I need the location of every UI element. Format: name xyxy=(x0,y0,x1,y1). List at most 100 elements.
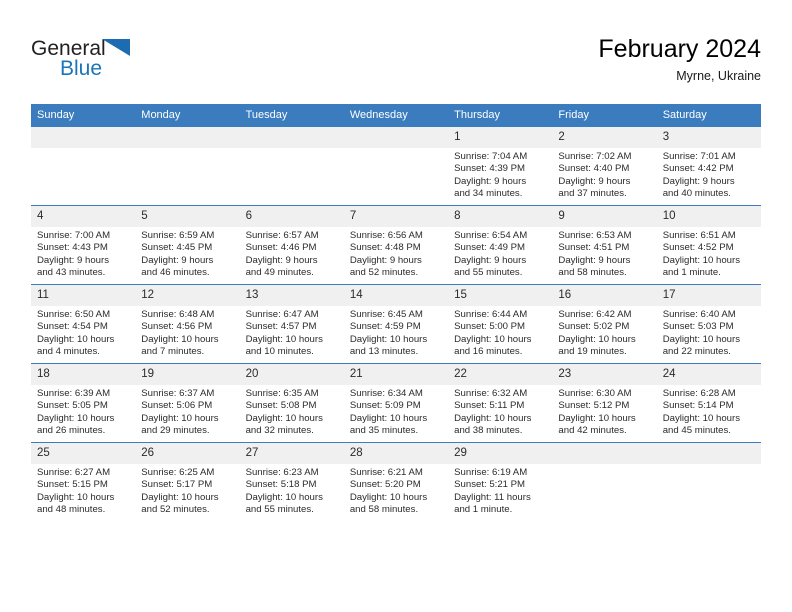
info-line-daylight1: Daylight: 10 hours xyxy=(662,412,741,424)
info-line-daylight1: Daylight: 9 hours xyxy=(454,175,527,187)
day-number: 27 xyxy=(239,443,344,464)
day-info: Sunrise: 6:25 AM Sunset: 5:17 PM Daylight:… xyxy=(135,464,239,517)
day-number: 12 xyxy=(135,285,240,306)
day-number: 15 xyxy=(448,285,553,306)
day-cell[interactable]: 5 Sunrise: 6:59 AM Sunset: 4:45 PM Daylight… xyxy=(135,205,240,285)
day-cell[interactable]: 23 Sunrise: 6:30 AM Sunset: 5:12 PM Dayligh… xyxy=(552,363,657,443)
day-cell[interactable]: 1 Sunrise: 7:04 AM Sunset: 4:39 PM Daylight… xyxy=(448,127,553,206)
info-line-daylight1: Daylight: 9 hours xyxy=(141,254,214,266)
day-info: Sunrise: 6:45 AM Sunset: 4:59 PM Daylight:… xyxy=(344,306,448,359)
info-line-sunset: Sunset: 5:11 PM xyxy=(454,400,525,412)
info-line-sunset: Sunset: 5:06 PM xyxy=(141,400,213,412)
info-line-sunset: Sunset: 5:15 PM xyxy=(37,479,108,491)
day-info: Sunrise: 6:50 AM Sunset: 4:54 PM Daylight:… xyxy=(31,306,135,359)
column-header-saturday: Saturday xyxy=(656,104,761,127)
day-cell[interactable]: 25 Sunrise: 6:27 AM Sunset: 5:15 PM Dayligh… xyxy=(31,442,136,521)
info-line-sunrise: Sunrise: 6:48 AM xyxy=(141,309,215,320)
day-cell[interactable]: 3 Sunrise: 7:01 AM Sunset: 4:42 PM Daylight… xyxy=(656,127,761,206)
info-line-daylight1: Daylight: 9 hours xyxy=(558,175,631,187)
day-info: Sunrise: 6:54 AM Sunset: 4:49 PM Daylight:… xyxy=(448,227,552,280)
day-cell[interactable]: 29 Sunrise: 6:19 AM Sunset: 5:21 PM Dayligh… xyxy=(448,442,553,521)
day-number: 18 xyxy=(31,364,136,385)
info-line-daylight1: Daylight: 10 hours xyxy=(37,333,115,345)
info-line-sunrise: Sunrise: 6:35 AM xyxy=(245,388,319,399)
day-info: Sunrise: 6:48 AM Sunset: 4:56 PM Daylight:… xyxy=(135,306,239,359)
column-header-friday: Friday xyxy=(552,104,657,127)
day-cell[interactable]: 2 Sunrise: 7:02 AM Sunset: 4:40 PM Daylight… xyxy=(552,127,657,206)
day-cell[interactable]: 7 Sunrise: 6:56 AM Sunset: 4:48 PM Daylight… xyxy=(343,205,449,285)
day-cell[interactable]: 18 Sunrise: 6:39 AM Sunset: 5:05 PM Dayligh… xyxy=(31,363,136,443)
day-cell[interactable]: 26 Sunrise: 6:25 AM Sunset: 5:17 PM Dayligh… xyxy=(135,442,240,521)
day-number: 14 xyxy=(343,285,449,306)
day-cell[interactable]: 24 Sunrise: 6:28 AM Sunset: 5:14 PM Dayligh… xyxy=(656,363,761,443)
day-cell[interactable]: 14 Sunrise: 6:45 AM Sunset: 4:59 PM Dayligh… xyxy=(343,284,449,364)
day-number: 29 xyxy=(448,443,553,464)
info-line-daylight2: and 32 minutes. xyxy=(245,425,314,437)
column-header-wednesday: Wednesday xyxy=(343,104,449,127)
day-number: 6 xyxy=(239,206,344,227)
info-line-sunset: Sunset: 5:03 PM xyxy=(662,321,734,333)
day-cell[interactable]: 17 Sunrise: 6:40 AM Sunset: 5:03 PM Dayligh… xyxy=(656,284,761,364)
day-cell[interactable]: 12 Sunrise: 6:48 AM Sunset: 4:56 PM Dayligh… xyxy=(135,284,240,364)
calendar-week-row: 1 Sunrise: 7:04 AM Sunset: 4:39 PM Daylight… xyxy=(31,127,761,206)
day-number: 25 xyxy=(31,443,136,464)
info-line-daylight1: Daylight: 10 hours xyxy=(245,491,323,503)
day-cell[interactable]: 16 Sunrise: 6:42 AM Sunset: 5:02 PM Dayligh… xyxy=(552,284,657,364)
day-number: 3 xyxy=(656,127,761,148)
day-cell[interactable]: 21 Sunrise: 6:34 AM Sunset: 5:09 PM Dayligh… xyxy=(343,363,449,443)
info-line-daylight2: and 58 minutes. xyxy=(558,267,627,279)
day-info: Sunrise: 6:27 AM Sunset: 5:15 PM Daylight:… xyxy=(31,464,135,517)
info-line-sunrise: Sunrise: 6:54 AM xyxy=(454,230,528,241)
info-line-daylight1: Daylight: 10 hours xyxy=(558,333,636,345)
day-cell[interactable]: 9 Sunrise: 6:53 AM Sunset: 4:51 PM Daylight… xyxy=(552,205,657,285)
day-info: Sunrise: 7:02 AM Sunset: 4:40 PM Daylight:… xyxy=(552,148,656,201)
day-cell[interactable]: 15 Sunrise: 6:44 AM Sunset: 5:00 PM Dayligh… xyxy=(448,284,553,364)
info-line-daylight1: Daylight: 9 hours xyxy=(454,254,527,266)
day-info: Sunrise: 7:00 AM Sunset: 4:43 PM Daylight:… xyxy=(31,227,135,280)
day-cell-empty xyxy=(343,127,449,206)
info-line-sunset: Sunset: 5:20 PM xyxy=(349,479,421,491)
info-line-sunset: Sunset: 4:46 PM xyxy=(245,242,317,254)
info-line-daylight1: Daylight: 11 hours xyxy=(454,491,531,503)
general-blue-logo[interactable]: General Blue xyxy=(31,38,151,82)
day-cell[interactable]: 4 Sunrise: 7:00 AM Sunset: 4:43 PM Daylight… xyxy=(31,205,136,285)
day-number: 8 xyxy=(448,206,553,227)
info-line-daylight2: and 55 minutes. xyxy=(454,267,523,279)
day-cell[interactable]: 19 Sunrise: 6:37 AM Sunset: 5:06 PM Dayligh… xyxy=(135,363,240,443)
day-cell[interactable]: 6 Sunrise: 6:57 AM Sunset: 4:46 PM Daylight… xyxy=(239,205,344,285)
day-info: Sunrise: 6:44 AM Sunset: 5:00 PM Daylight:… xyxy=(448,306,552,359)
info-line-daylight2: and 49 minutes. xyxy=(245,267,314,279)
info-line-daylight2: and 48 minutes. xyxy=(37,504,106,516)
day-cell[interactable]: 22 Sunrise: 6:32 AM Sunset: 5:11 PM Dayligh… xyxy=(448,363,553,443)
info-line-sunset: Sunset: 5:05 PM xyxy=(37,400,108,412)
day-cell[interactable]: 20 Sunrise: 6:35 AM Sunset: 5:08 PM Dayligh… xyxy=(239,363,344,443)
day-cell[interactable]: 8 Sunrise: 6:54 AM Sunset: 4:49 PM Daylight… xyxy=(448,205,553,285)
info-line-sunrise: Sunrise: 6:45 AM xyxy=(349,309,423,320)
day-info: Sunrise: 6:35 AM Sunset: 5:08 PM Daylight:… xyxy=(240,385,344,438)
info-line-sunset: Sunset: 5:12 PM xyxy=(558,400,630,412)
info-line-daylight2: and 46 minutes. xyxy=(141,267,210,279)
day-cell[interactable]: 28 Sunrise: 6:21 AM Sunset: 5:20 PM Dayligh… xyxy=(343,442,449,521)
day-cell[interactable]: 27 Sunrise: 6:23 AM Sunset: 5:18 PM Dayligh… xyxy=(239,442,344,521)
info-line-daylight2: and 37 minutes. xyxy=(558,188,627,200)
day-cell[interactable]: 11 Sunrise: 6:50 AM Sunset: 4:54 PM Dayligh… xyxy=(31,284,136,364)
info-line-sunset: Sunset: 5:08 PM xyxy=(245,400,317,412)
day-info: Sunrise: 7:04 AM Sunset: 4:39 PM Daylight:… xyxy=(448,148,552,201)
info-line-daylight1: Daylight: 10 hours xyxy=(349,412,428,424)
day-number: 20 xyxy=(239,364,344,385)
day-number: 7 xyxy=(343,206,449,227)
info-line-sunrise: Sunrise: 6:25 AM xyxy=(141,467,215,478)
day-number: 9 xyxy=(552,206,657,227)
info-line-sunrise: Sunrise: 6:56 AM xyxy=(349,230,423,241)
day-info: Sunrise: 6:51 AM Sunset: 4:52 PM Daylight:… xyxy=(657,227,761,280)
day-cell[interactable]: 10 Sunrise: 6:51 AM Sunset: 4:52 PM Dayligh… xyxy=(656,205,761,285)
info-line-sunset: Sunset: 5:17 PM xyxy=(141,479,213,491)
info-line-sunrise: Sunrise: 6:57 AM xyxy=(245,230,319,241)
day-cell[interactable]: 13 Sunrise: 6:47 AM Sunset: 4:57 PM Dayligh… xyxy=(239,284,344,364)
title-block: February 2024 Myrne, Ukraine xyxy=(598,34,761,85)
info-line-daylight1: Daylight: 10 hours xyxy=(349,333,428,345)
day-number: 11 xyxy=(31,285,136,306)
info-line-daylight1: Daylight: 10 hours xyxy=(349,491,428,503)
calendar-week-row: 4 Sunrise: 7:00 AM Sunset: 4:43 PM Daylight… xyxy=(31,205,761,285)
info-line-daylight1: Daylight: 10 hours xyxy=(245,412,323,424)
